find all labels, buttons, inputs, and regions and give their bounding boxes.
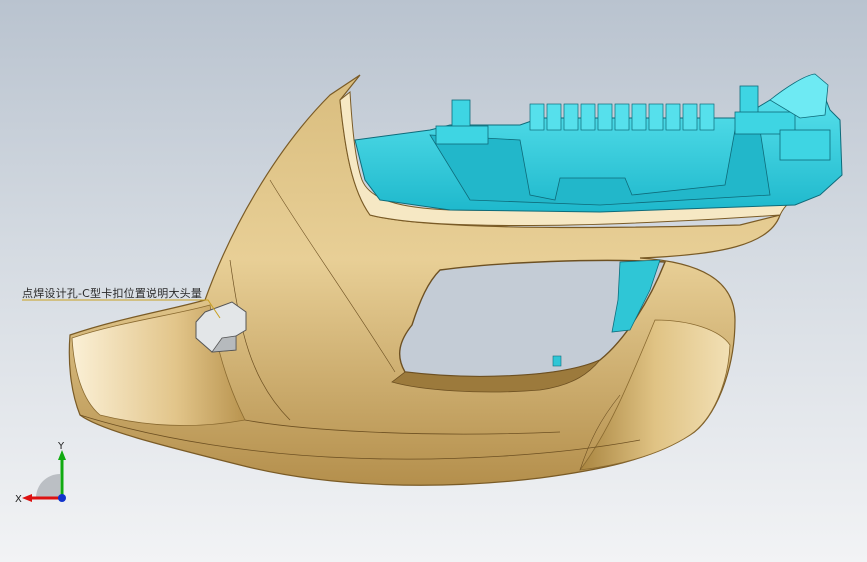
- annotation-label[interactable]: 点焊设计孔-C型卡扣位置说明大头量: [22, 285, 202, 301]
- y-axis-label: Y: [57, 441, 65, 452]
- cad-viewport[interactable]: 点焊设计孔-C型卡扣位置说明大头量 Y X: [0, 0, 867, 562]
- x-axis-arrow: [22, 494, 32, 502]
- coordinate-triad: Y X: [15, 441, 66, 505]
- triad-plane: [36, 474, 60, 498]
- bracket-tower-left: [435, 99, 489, 145]
- part-model[interactable]: [0, 0, 867, 562]
- z-axis-dot: [58, 494, 66, 502]
- x-axis-label: X: [15, 494, 22, 505]
- inner-pin: [552, 355, 562, 367]
- bracket-ribs: [529, 103, 715, 131]
